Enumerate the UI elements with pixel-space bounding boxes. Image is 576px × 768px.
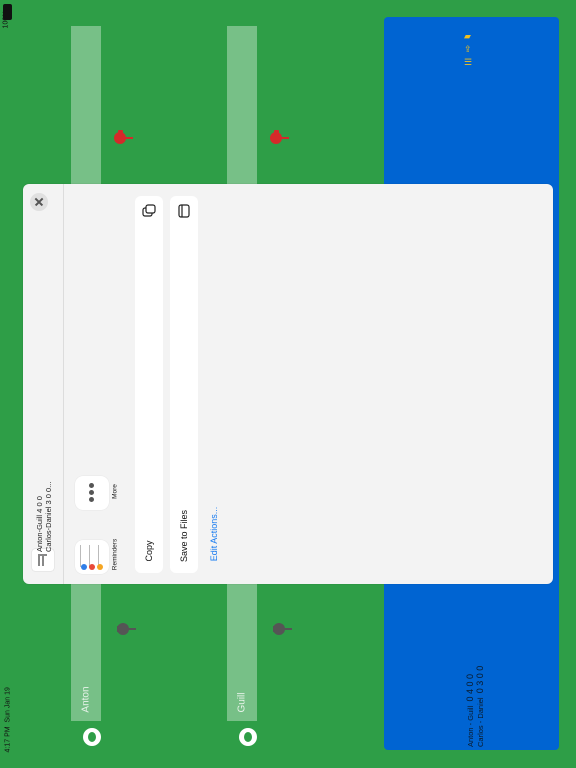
score-row-2: Carlos - Daniel 0 3 0 0 [475,665,485,747]
folder-icon[interactable]: ▰ [464,30,472,43]
pin-icon[interactable] [270,620,292,638]
reminders-icon [81,564,87,570]
more-apps-button[interactable] [75,476,109,510]
battery-icon [3,4,12,20]
avatar[interactable] [239,728,257,746]
panel-toolbar: ▰ ⇪ ☰ [464,30,472,69]
reminders-label: Reminders [111,538,119,571]
reminders-app-button[interactable] [75,540,109,574]
score-row-1: Anton - Guill 0 4 0 0 [465,674,475,747]
edit-actions-link[interactable]: Edit Actions... [209,499,219,569]
share-preview-text: Anton-Guill 4 0 0 Carlos-Daniel 3 0 0... [35,481,53,552]
copy-action[interactable] [135,196,163,573]
status-time: 4:17 PM Sun Jan 19 [4,687,12,753]
pin-icon[interactable] [112,128,134,146]
more-icon [89,483,94,488]
document-icon [32,549,54,571]
save-to-files-label: Save to Files [179,509,189,563]
pin-icon[interactable] [114,620,136,638]
player-name-1: Anton [80,686,92,713]
close-button[interactable] [30,193,48,211]
avatar[interactable] [83,728,101,746]
copy-label: Copy [144,540,154,562]
folder-icon [178,204,190,218]
more-label: More [111,484,119,499]
copy-icon [142,204,156,217]
share-icon[interactable]: ⇪ [464,43,472,56]
list-icon[interactable]: ☰ [464,56,472,69]
player-name-2: Guill [236,692,248,713]
pin-icon[interactable] [268,128,290,146]
share-sheet [23,184,553,584]
